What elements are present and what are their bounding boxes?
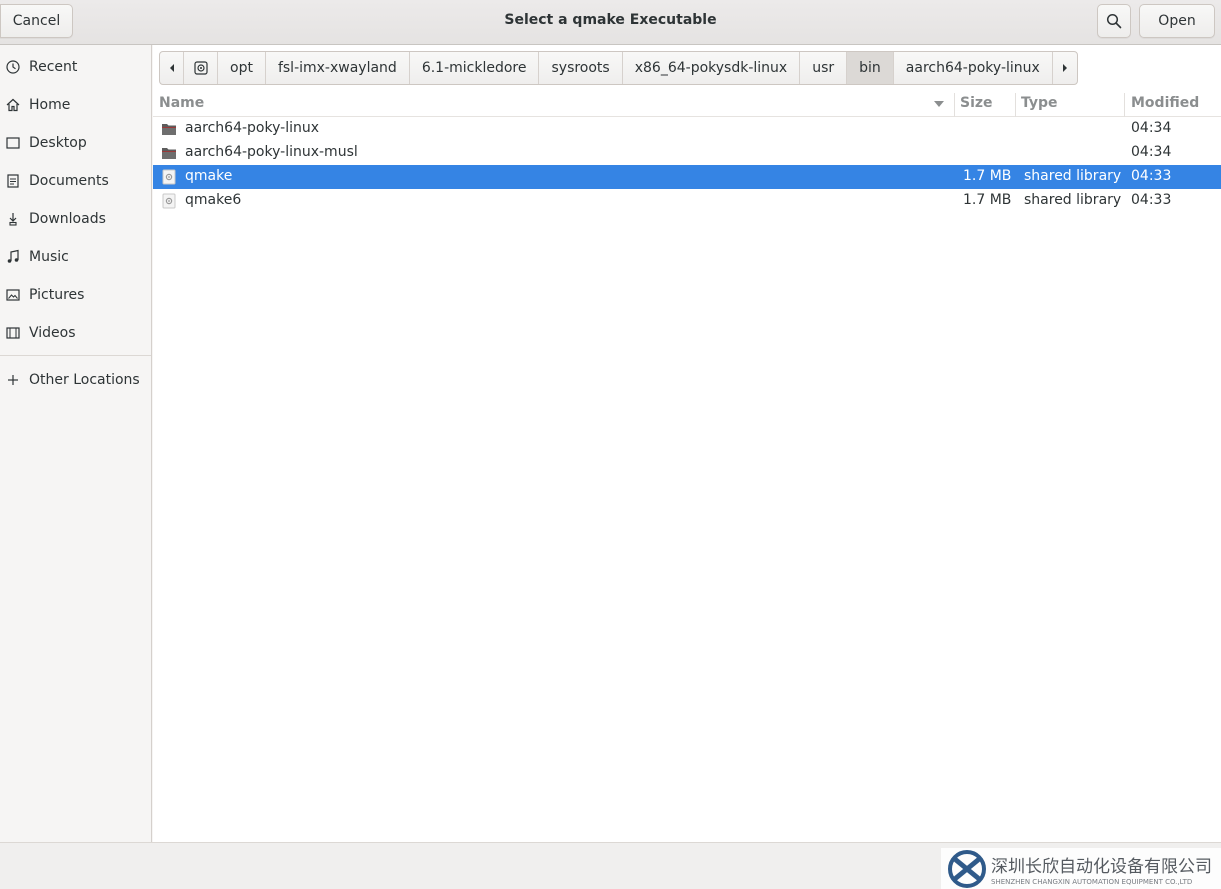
sidebar-item-label: Desktop [29,135,87,151]
chevron-left-icon [169,64,174,72]
file-modified: 04:34 [1131,120,1172,136]
clock-icon [5,59,21,75]
path-root-button[interactable] [184,52,218,84]
sidebar-item-music[interactable]: Music [0,241,151,273]
file-browser: opt fsl-imx-xwayland 6.1-mickledore sysr… [153,45,1221,842]
sidebar-item-label: Recent [29,59,78,75]
search-button[interactable] [1097,4,1131,38]
desktop-icon [5,135,21,151]
company-logo-icon [948,849,986,888]
file-name: aarch64-poky-linux [185,120,320,136]
file-type: shared library [1024,168,1122,184]
file-row[interactable]: aarch64-poky-linux 04:34 [153,117,1221,141]
folder-icon [162,148,176,159]
library-file-icon [162,193,176,209]
plus-icon [5,372,21,388]
file-row-selected[interactable]: qmake 1.7 MB shared library 04:33 [153,165,1221,189]
sidebar-item-downloads[interactable]: Downloads [0,203,151,235]
sidebar-item-documents[interactable]: Documents [0,165,151,197]
file-size: 1.7 MB [963,192,1012,208]
picture-icon [5,287,21,303]
file-modified: 04:33 [1131,168,1172,184]
company-name-en: SHENZHEN CHANGXIN AUTOMATION EQUIPMENT C… [991,877,1193,886]
path-segment-current[interactable]: bin [847,52,894,84]
sidebar-item-label: Documents [29,173,109,189]
download-icon [5,211,21,227]
music-icon [5,249,21,265]
sidebar-item-recent[interactable]: Recent [0,51,151,83]
sidebar-item-pictures[interactable]: Pictures [0,279,151,311]
file-modified: 04:34 [1131,144,1172,160]
path-segment[interactable]: opt [218,52,266,84]
places-sidebar: Recent Home Desktop Documents Downloads … [0,45,152,842]
file-row[interactable]: qmake6 1.7 MB shared library 04:33 [153,189,1221,213]
column-header-type[interactable]: Type [1021,95,1058,111]
sidebar-item-home[interactable]: Home [0,89,151,121]
column-divider [954,93,955,117]
file-type: shared library [1024,192,1122,208]
sidebar-item-other-locations[interactable]: Other Locations [0,364,151,396]
path-segment[interactable]: x86_64-pokysdk-linux [623,52,801,84]
sort-descending-icon[interactable] [934,101,944,107]
file-name: aarch64-poky-linux-musl [185,144,358,160]
path-scroll-right-button[interactable] [1053,52,1077,84]
column-header-name[interactable]: Name [159,95,204,111]
chevron-right-icon [1062,64,1067,72]
home-icon [5,97,21,113]
path-bar: opt fsl-imx-xwayland 6.1-mickledore sysr… [159,51,1078,85]
sidebar-item-videos[interactable]: Videos [0,317,151,349]
column-header-modified[interactable]: Modified [1131,95,1199,111]
drive-icon [193,61,208,75]
sidebar-divider [0,355,151,356]
sidebar-item-label: Pictures [29,287,85,303]
document-icon [5,173,21,189]
path-segment[interactable]: fsl-imx-xwayland [266,52,410,84]
dialog-title: Select a qmake Executable [504,12,717,28]
sidebar-item-label: Music [29,249,69,265]
folder-icon [162,124,176,135]
company-watermark: 深圳长欣自动化设备有限公司 SHENZHEN CHANGXIN AUTOMATI… [941,848,1221,889]
file-row[interactable]: aarch64-poky-linux-musl 04:34 [153,141,1221,165]
path-segment[interactable]: 6.1-mickledore [410,52,540,84]
file-name: qmake [185,168,233,184]
sidebar-item-label: Home [29,97,71,113]
column-header-size[interactable]: Size [960,95,993,111]
sidebar-item-desktop[interactable]: Desktop [0,127,151,159]
library-file-icon [162,169,176,185]
path-segment[interactable]: sysroots [539,52,623,84]
path-segment[interactable]: aarch64-poky-linux [894,52,1053,84]
sidebar-item-label: Downloads [29,211,106,227]
column-divider [1124,93,1125,117]
file-modified: 04:33 [1131,192,1172,208]
column-divider [1015,93,1016,117]
path-scroll-left-button[interactable] [160,52,184,84]
cancel-button[interactable]: Cancel [0,4,73,38]
header-bar: Cancel Select a qmake Executable Open [0,0,1221,45]
search-icon [1106,13,1122,29]
file-size: 1.7 MB [963,168,1012,184]
path-segment[interactable]: usr [800,52,848,84]
sidebar-item-label: Other Locations [29,372,140,388]
company-name-cn: 深圳长欣自动化设备有限公司 [991,856,1212,877]
video-icon [5,325,21,341]
open-button[interactable]: Open [1139,4,1215,38]
column-headers: Name Size Type Modified [153,91,1221,117]
file-name: qmake6 [185,192,242,208]
sidebar-item-label: Videos [29,325,76,341]
